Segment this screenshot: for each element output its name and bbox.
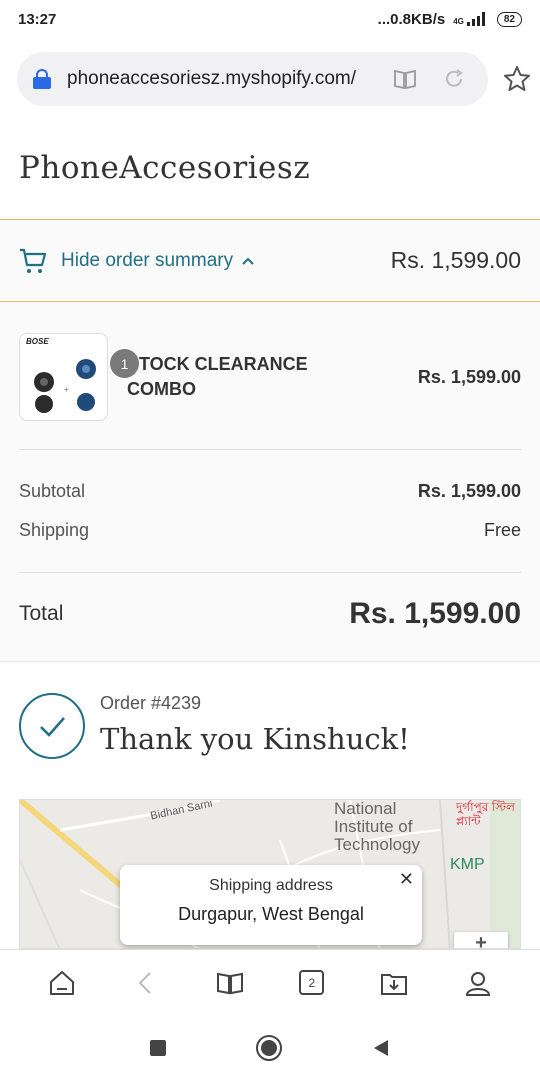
- order-number: Order #4239: [100, 693, 202, 713]
- map-label: দুর্গাপুর স্টিল প্ল্যান্ট: [456, 800, 515, 828]
- subtotal-value: Rs. 1,599.00: [417, 481, 521, 501]
- product-price: Rs. 1,599.00: [417, 366, 521, 387]
- popup-address: Durgapur, West Bengal: [178, 904, 364, 924]
- total-row: Total Rs. 1,599.00: [19, 597, 521, 631]
- order-summary-toggle[interactable]: Hide order summary Rs. 1,599.00: [0, 219, 540, 302]
- reader-mode-icon[interactable]: [393, 68, 417, 90]
- downloads-icon[interactable]: [380, 969, 408, 997]
- home-button[interactable]: [256, 1034, 282, 1061]
- map-label: KMP: [450, 856, 485, 873]
- product-thumbnail: BOSE +: [19, 333, 108, 421]
- summary-total: Rs. 1,599.00: [390, 247, 521, 273]
- order-summary: BOSE + 1 STOCK CLEARANCE COMBO Rs. 1,599…: [0, 302, 540, 662]
- close-icon[interactable]: ✕: [399, 869, 414, 890]
- subtotal-row: Subtotal Rs. 1,599.00: [19, 481, 521, 502]
- earbuds-image: +: [34, 359, 96, 413]
- android-nav-bar: [0, 1015, 540, 1080]
- browser-bottom-bar: 2: [0, 949, 540, 1015]
- thank-you-heading: Thank you Kinshuck!: [100, 722, 410, 756]
- cart-icon: [20, 248, 47, 273]
- chevron-up-icon: [242, 257, 254, 265]
- shipping-row: Shipping Free: [19, 520, 521, 541]
- shipping-label: Shipping: [19, 520, 90, 540]
- shipping-value: Free: [483, 520, 521, 540]
- address-bar[interactable]: phoneaccesoriesz.myshopify.com/: [17, 52, 488, 106]
- refresh-icon[interactable]: [443, 68, 465, 90]
- back-button[interactable]: [372, 1039, 390, 1057]
- signal-label: 4G: [453, 17, 464, 26]
- shipping-address-popup: Shipping address Durgapur, West Bengal ✕: [120, 865, 422, 945]
- signal-icon: 4G: [453, 12, 489, 26]
- divider: [19, 449, 521, 450]
- bookmarks-icon[interactable]: [216, 969, 244, 997]
- profile-icon[interactable]: [464, 969, 492, 997]
- store-title[interactable]: PhoneAccesoriesz: [19, 150, 310, 186]
- back-arrow-icon[interactable]: [132, 969, 160, 997]
- lock-icon: [33, 69, 51, 89]
- home-icon[interactable]: [48, 969, 76, 997]
- status-bar: 13:27 ...0.8KB/s 4G 82: [0, 0, 540, 38]
- battery-icon: 82: [496, 11, 522, 27]
- popup-title: Shipping address: [209, 877, 333, 894]
- quantity-badge: 1: [110, 349, 139, 378]
- total-value: Rs. 1,599.00: [349, 597, 521, 630]
- map-label: National Institute of Technology: [334, 799, 421, 854]
- url-text[interactable]: phoneaccesoriesz.myshopify.com/: [67, 68, 367, 90]
- product-name: STOCK CLEARANCE COMBO: [127, 354, 308, 399]
- network-speed: ...0.8KB/s: [377, 10, 446, 28]
- summary-toggle-label[interactable]: Hide order summary: [61, 250, 233, 272]
- line-item: BOSE + 1 STOCK CLEARANCE COMBO Rs. 1,599…: [19, 332, 521, 422]
- success-check-icon: [19, 693, 85, 759]
- thumb-brand: BOSE: [26, 337, 49, 346]
- svg-text:+: +: [64, 385, 69, 394]
- subtotal-label: Subtotal: [19, 481, 86, 501]
- recents-button[interactable]: [150, 1039, 166, 1056]
- divider: [19, 572, 521, 573]
- zoom-in-button[interactable]: +: [454, 932, 508, 948]
- bookmark-star-icon[interactable]: [502, 64, 532, 94]
- status-time: 13:27: [18, 10, 57, 28]
- total-label: Total: [19, 602, 64, 625]
- tabs-button[interactable]: 2: [299, 970, 325, 995]
